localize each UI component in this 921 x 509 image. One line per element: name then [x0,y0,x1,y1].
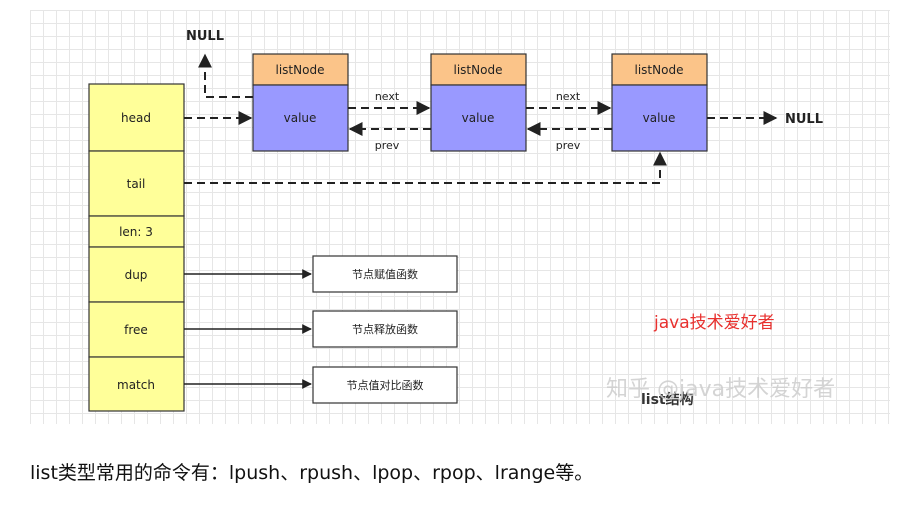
next-label-2: next [556,90,581,103]
prev-label-1: prev [375,139,400,152]
list-node-1: listNode value [252,53,349,152]
list-struct: head tail len: 3 dup free match [88,83,185,412]
field-head-label: head [121,111,151,125]
diagram-canvas: head tail len: 3 dup free match listNode… [88,29,835,412]
free-function-label: 节点释放函数 [352,322,418,336]
prev-label-2: prev [556,139,581,152]
null-right-label: NULL [785,112,823,127]
node-1-value-label: value [284,111,317,125]
node-3-value-label: value [643,111,676,125]
zhihu-watermark: 知乎 @java技术爱好者 [606,377,835,402]
field-free-label: free [124,323,148,337]
null-top-label: NULL [186,29,224,44]
author-watermark: java技术爱好者 [653,313,775,333]
next-label-1: next [375,90,400,103]
tail-pointer-arrow [184,151,667,184]
list-node-2: listNode value [430,53,527,152]
node-1-header-label: listNode [276,63,325,77]
match-function-label: 节点值对比函数 [347,378,424,392]
list-node-3: listNode value [611,53,708,152]
field-len-label: len: 3 [119,225,153,239]
field-tail-label: tail [127,177,146,191]
function-arrows [184,269,312,389]
caption-text: list类型常用的命令有：lpush、rpush、lpop、rpop、lrang… [30,462,594,484]
node-2-value-label: value [462,111,495,125]
dup-function-label: 节点赋值函数 [352,268,418,281]
node-3-header-label: listNode [635,63,684,77]
node-2-header-label: listNode [454,63,503,77]
field-dup-label: dup [125,268,148,282]
node-1-prev-null-arrow [198,53,253,98]
field-match-label: match [117,378,155,392]
